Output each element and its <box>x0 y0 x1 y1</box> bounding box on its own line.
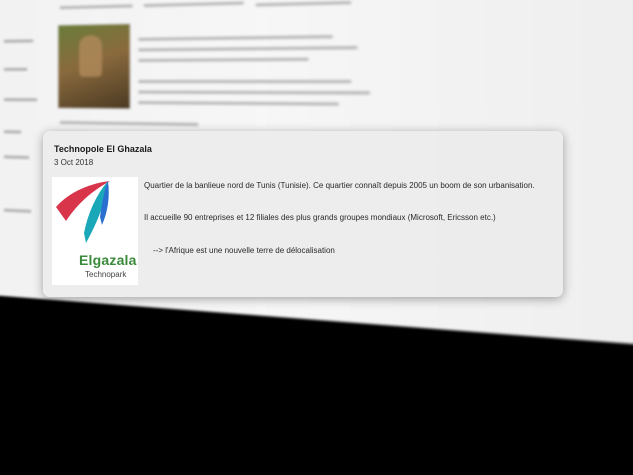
bg-sidebar-line <box>3 208 32 213</box>
bg-text-line <box>138 101 340 106</box>
bg-text-line <box>138 57 309 63</box>
logo-wordmark: Elgazala <box>79 252 137 268</box>
logo-tagline: Technopark <box>85 270 127 279</box>
post-paragraph: --> l'Afrique est une nouvelle terre de … <box>153 246 335 255</box>
post-paragraph: Quartier de la banlieue nord de Tunis (T… <box>144 181 535 190</box>
elgazala-logo: Elgazala Technopark <box>52 177 138 285</box>
post-date: 3 Oct 2018 <box>54 158 94 167</box>
bg-sidebar-line <box>3 155 30 160</box>
bg-sidebar-line <box>3 130 22 134</box>
bg-text-line <box>138 45 358 52</box>
bg-text-line <box>255 0 352 7</box>
bg-text-line <box>138 79 352 84</box>
bg-sidebar-line <box>3 98 38 102</box>
bg-text-line <box>138 90 371 95</box>
post-card[interactable]: Technopole El Ghazala 3 Oct 2018 Elgazal… <box>43 131 563 297</box>
bg-sidebar-line <box>3 39 34 43</box>
bg-text-line <box>138 34 333 41</box>
post-title: Technopole El Ghazala <box>54 144 152 154</box>
bg-heading-line <box>59 4 133 10</box>
bg-sidebar-line <box>3 67 28 71</box>
bg-text-line <box>143 1 244 8</box>
post-paragraph: Il accueille 90 entreprises et 12 filial… <box>144 213 496 222</box>
screen: Technopole El Ghazala 3 Oct 2018 Elgazal… <box>0 0 633 475</box>
soldier-photo-icon <box>57 23 131 110</box>
elgazala-logo-mark-icon <box>56 181 110 243</box>
bg-text-line <box>59 120 199 127</box>
